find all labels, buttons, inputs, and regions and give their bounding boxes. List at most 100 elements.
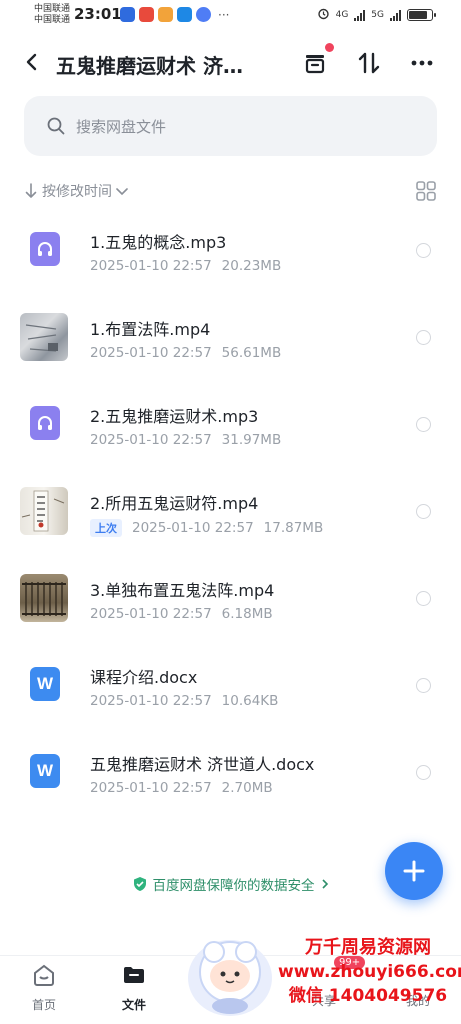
nav-files[interactable]: 文件 [104,962,164,1013]
signal-icon [390,9,401,21]
file-meta: 2025-01-10 22:57 20.23MB [90,258,281,274]
more-button[interactable] [405,46,439,80]
file-row[interactable]: W 五鬼推磨运财术 济世道人.docx 2025-01-10 22:57 2.7… [0,729,461,816]
watermark-line-2: www.zhouyi666.com [278,962,461,982]
folder-icon [124,967,144,983]
file-list: 1.五鬼的概念.mp3 2025-01-10 22:57 20.23MB 1.布… [0,207,461,816]
select-checkbox[interactable] [416,678,431,693]
chevron-down-icon [116,188,128,196]
safety-text: 百度网盘保障你的数据安全 [152,878,315,894]
select-checkbox[interactable] [416,591,431,606]
file-meta: 2025-01-10 22:57 56.61MB [90,345,281,361]
search-input[interactable]: 搜索网盘文件 [24,96,437,156]
back-button[interactable] [18,48,46,76]
video-thumbnail [20,487,68,535]
file-date: 2025-01-10 22:57 [90,345,212,361]
select-checkbox[interactable] [416,243,431,258]
search-placeholder: 搜索网盘文件 [76,117,167,136]
alarm-icon [317,7,330,23]
file-name: 2.五鬼推磨运财术.mp3 [90,407,259,426]
more-icon [411,60,433,66]
file-name: 五鬼推磨运财术 济世道人.docx [90,755,315,774]
search-icon [47,117,65,135]
audio-file-icon [30,406,60,440]
file-size: 2.70MB [221,780,273,796]
select-checkbox[interactable] [416,765,431,780]
app-notification-icon [196,7,211,22]
watermark-line-3: 微信 1404049576 [288,986,448,1006]
file-size: 20.23MB [221,258,282,274]
app-notification-icon [139,7,154,22]
video-thumbnail [20,313,68,361]
file-size: 6.18MB [221,606,273,622]
file-size: 56.61MB [221,345,282,361]
select-checkbox[interactable] [416,504,431,519]
add-button[interactable] [385,842,443,900]
file-row[interactable]: 2.五鬼推磨运财术.mp3 2025-01-10 22:57 31.97MB [0,381,461,468]
video-thumbnail [20,574,68,622]
app-notification-icon [177,7,192,22]
chevron-left-icon [26,53,37,71]
file-meta: 上次 2025-01-10 22:57 17.87MB [90,519,323,537]
file-row[interactable]: 2.所用五鬼运财符.mp4 上次 2025-01-10 22:57 17.87M… [0,468,461,555]
transfer-box-icon [305,55,325,74]
nav-home[interactable]: 首页 [14,962,74,1013]
file-row[interactable]: 1.五鬼的概念.mp3 2025-01-10 22:57 20.23MB [0,207,461,294]
file-name: 课程介绍.docx [90,668,198,687]
sort-bar: 按修改时间 [24,178,437,204]
file-name: 2.所用五鬼运财符.mp4 [90,494,259,513]
audio-file-icon [30,232,60,266]
watermark-line-1: 万千周易资源网 [305,937,431,958]
word-doc-icon: W [30,754,60,788]
mascot-icon [188,940,272,1016]
file-size: 17.87MB [263,520,324,536]
carrier-2: 中国联通 [34,15,71,25]
file-size: 31.97MB [221,432,282,448]
file-name: 3.单独布置五鬼法阵.mp4 [90,581,275,600]
file-meta: 2025-01-10 22:57 2.70MB [90,780,273,796]
last-viewed-tag: 上次 [90,519,122,537]
status-bar: 中国联通 中国联通 23:01 ··· 4G 5G [0,0,461,32]
select-checkbox[interactable] [416,330,431,345]
app-notification-icon [120,7,135,22]
network-type-1: 4G [335,10,349,20]
notification-icons: ··· [120,7,229,22]
sort-order-dropdown[interactable]: 按修改时间 [42,181,112,201]
carrier-1: 中国联通 [34,4,71,14]
carrier-labels: 中国联通 中国联通 [34,4,70,26]
mascot-button[interactable] [184,928,276,1020]
nav-files-label: 文件 [121,998,146,1012]
file-meta: 2025-01-10 22:57 31.97MB [90,432,281,448]
word-doc-icon: W [30,667,60,701]
file-name: 1.布置法阵.mp4 [90,320,211,339]
arrow-down-icon [25,183,37,198]
file-name: 1.五鬼的概念.mp3 [90,233,227,252]
nav-home-label: 首页 [31,998,56,1012]
notification-dot [325,43,334,52]
chevron-right-icon [321,879,328,889]
file-row[interactable]: 3.单独布置五鬼法阵.mp4 2025-01-10 22:57 6.18MB [0,555,461,642]
file-date: 2025-01-10 22:57 [90,693,212,709]
sort-button[interactable] [352,46,386,80]
file-row[interactable]: W 课程介绍.docx 2025-01-10 22:57 10.64KB [0,642,461,729]
grid-view-button[interactable] [415,180,437,202]
file-date: 2025-01-10 22:57 [132,520,254,536]
signal-icon [354,9,366,21]
file-meta: 2025-01-10 22:57 10.64KB [90,693,278,709]
file-meta: 2025-01-10 22:57 6.18MB [90,606,273,622]
app-notification-icon [158,7,173,22]
grid-view-icon [416,181,436,201]
file-date: 2025-01-10 22:57 [90,258,212,274]
file-date: 2025-01-10 22:57 [90,606,212,622]
file-date: 2025-01-10 22:57 [90,780,212,796]
file-row[interactable]: 1.布置法阵.mp4 2025-01-10 22:57 56.61MB [0,294,461,381]
clock: 23:01 [74,5,122,23]
system-icons: 4G 5G [317,7,436,23]
page-title: 五鬼推磨运财术 济… [56,54,243,78]
battery-icon [407,9,436,21]
file-date: 2025-01-10 22:57 [90,432,212,448]
transfer-list-button[interactable] [298,43,334,80]
select-checkbox[interactable] [416,417,431,432]
watermark: 万千周易资源网 www.zhouyi666.com 微信 1404049576 [278,936,461,1008]
more-notifications-icon: ··· [218,7,230,22]
